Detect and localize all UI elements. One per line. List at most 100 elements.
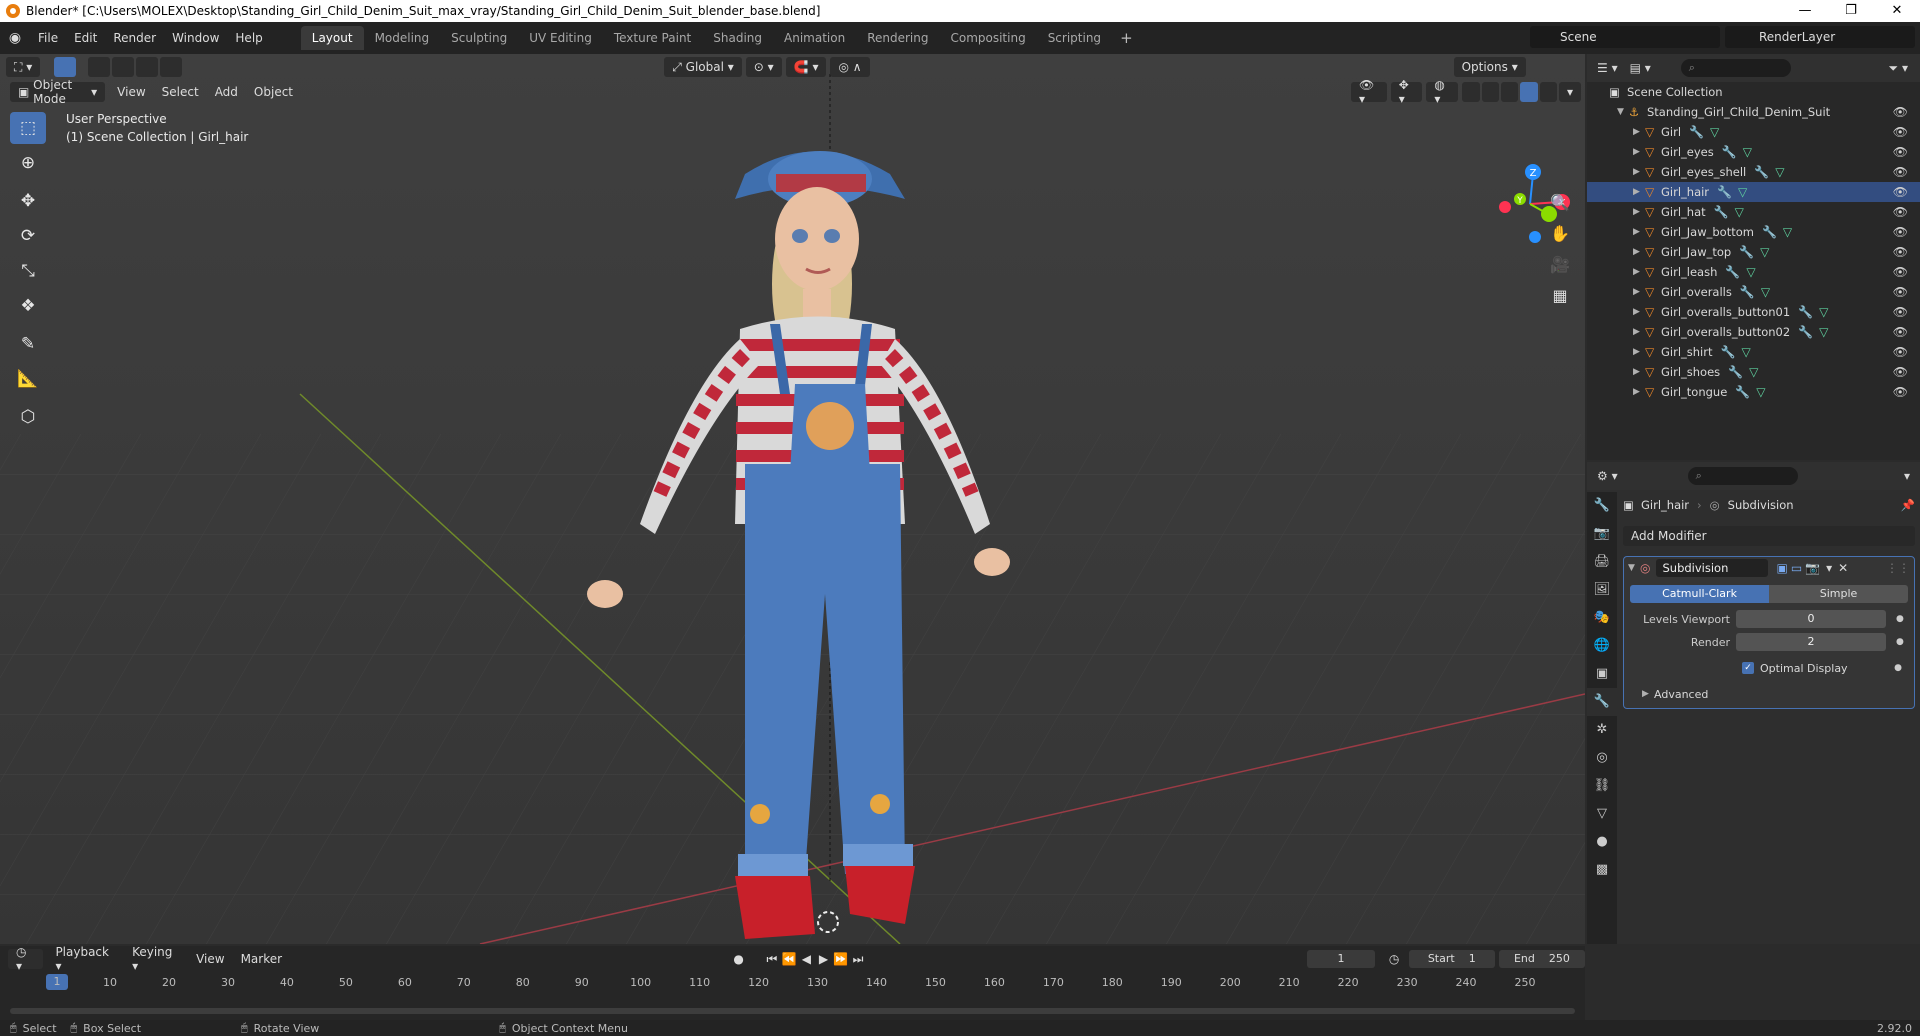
mesh-data-icon[interactable]: ▽ [1735, 205, 1744, 219]
menu-edit[interactable]: Edit [66, 31, 105, 45]
remove-modifier-icon[interactable]: ✕ [1838, 561, 1848, 575]
catmull-clark-option[interactable]: Catmull-Clark [1630, 585, 1769, 603]
xray-toggle-icon[interactable] [1462, 82, 1480, 102]
edit-mode-toggle-icon[interactable]: ▣ [1776, 561, 1787, 575]
modifier-wrench-icon[interactable]: 🔧 [1717, 185, 1732, 199]
physics-tab-icon[interactable]: ◎ [1587, 744, 1617, 772]
expand-arrow-icon[interactable]: ▶ [1633, 387, 1645, 397]
tab-layout[interactable]: Layout [300, 26, 364, 50]
modifier-wrench-icon[interactable]: 🔧 [1739, 245, 1754, 259]
filter-icon[interactable]: ⏷ ▾ [1889, 61, 1908, 76]
texture-tab-icon[interactable]: ▩ [1587, 856, 1617, 884]
particles-tab-icon[interactable]: ✲ [1587, 716, 1617, 744]
modifier-wrench-icon[interactable]: 🔧 [1735, 385, 1750, 399]
current-frame-field[interactable]: 1 [1306, 950, 1376, 968]
render-levels-field[interactable]: 2 [1736, 633, 1886, 651]
visibility-eye-icon[interactable]: 👁 [1893, 365, 1908, 379]
modifier-wrench-icon[interactable]: 🔧 [1689, 125, 1704, 139]
outliner-object-row[interactable]: ▶ ▽ Girl_overalls 🔧 ▽ 👁 [1587, 282, 1920, 302]
select-mode-new-icon[interactable] [88, 57, 111, 77]
viewport-menu-view[interactable]: View [109, 85, 153, 99]
timeline-scrollbar[interactable] [10, 1008, 1575, 1014]
keyframe-dot-icon[interactable]: ● [1896, 614, 1904, 624]
object-tab-icon[interactable]: ▣ [1587, 660, 1617, 688]
tab-scripting[interactable]: Scripting [1037, 26, 1112, 50]
tab-shading[interactable]: Shading [702, 26, 773, 50]
preview-range-icon[interactable]: ◷ [1385, 952, 1402, 966]
display-mode-icon[interactable]: ▤ ▾ [1630, 61, 1651, 75]
outliner-object-row[interactable]: ▶ ▽ Girl_shoes 🔧 ▽ 👁 [1587, 362, 1920, 382]
3d-viewport[interactable]: Z X Y ⛶ ▾ ⤢ Global ▾ ⊙ ▾ 🧲 ▾ ◎ ∧ Options… [0, 54, 1585, 944]
render-tab-icon[interactable]: 📷 [1587, 520, 1617, 548]
modifier-name-field[interactable]: Subdivision [1656, 559, 1769, 577]
select-mode-intersect-icon[interactable] [160, 57, 183, 77]
drag-handle-icon[interactable]: ⋮⋮ [1886, 561, 1910, 575]
shading-rendered-icon[interactable] [1539, 82, 1557, 102]
mesh-data-icon[interactable]: ▽ [1746, 265, 1755, 279]
scene-selector[interactable]: Scene [1530, 26, 1720, 48]
tab-sculpting[interactable]: Sculpting [440, 26, 518, 50]
expand-arrow-icon[interactable]: ▶ [1633, 327, 1645, 337]
visibility-eye-icon[interactable]: 👁 [1893, 145, 1908, 159]
pin-icon[interactable]: 📌 [1901, 498, 1915, 512]
expand-arrow-icon[interactable]: ▶ [1633, 167, 1645, 177]
data-tab-icon[interactable]: ▽ [1587, 800, 1617, 828]
options-dropdown[interactable]: Options ▾ [1453, 57, 1526, 77]
outliner-object-row[interactable]: ▶ ▽ Girl 🔧 ▽ 👁 [1587, 122, 1920, 142]
scene-tab-icon[interactable]: 🎭 [1587, 604, 1617, 632]
properties-search-input[interactable]: ⌕ [1687, 467, 1798, 485]
render-toggle-icon[interactable]: 📷 [1805, 561, 1820, 575]
outliner-object-row[interactable]: ▶ ▽ Girl_Jaw_bottom 🔧 ▽ 👁 [1587, 222, 1920, 242]
blender-menu-icon[interactable]: ◉ [0, 30, 30, 46]
visibility-icon[interactable]: 👁 ▾ [1351, 78, 1387, 106]
mesh-data-icon[interactable]: ▽ [1761, 285, 1770, 299]
visibility-eye-icon[interactable]: 👁 [1893, 185, 1908, 199]
outliner-object-row[interactable]: ▶ ▽ Girl_Jaw_top 🔧 ▽ 👁 [1587, 242, 1920, 262]
timeline-menu-view[interactable]: View [188, 952, 232, 966]
outliner-editor-icon[interactable]: ☰ ▾ [1597, 61, 1618, 75]
record-icon[interactable]: ● [730, 952, 747, 966]
mesh-data-icon[interactable]: ▽ [1749, 365, 1758, 379]
proportional-edit-toggle[interactable]: ◎ ∧ [830, 57, 870, 77]
visibility-eye-icon[interactable]: 👁 [1893, 245, 1908, 259]
modifier-wrench-icon[interactable]: 🔧 [1754, 165, 1769, 179]
transform-orientation-dropdown[interactable]: ⤢ Global ▾ [664, 57, 742, 77]
keyframe-dot-icon[interactable]: ● [1894, 663, 1902, 673]
select-mode-subtract-icon[interactable] [136, 57, 159, 77]
modifier-wrench-icon[interactable]: 🔧 [1762, 225, 1777, 239]
menu-render[interactable]: Render [105, 31, 164, 45]
expand-arrow-icon[interactable]: ▶ [1633, 187, 1645, 197]
scale-tool-icon[interactable]: ⤡ [10, 255, 46, 287]
add-workspace-icon[interactable]: + [1112, 26, 1141, 50]
visibility-eye-icon[interactable]: 👁 [1893, 345, 1908, 359]
mesh-data-icon[interactable]: ▽ [1819, 305, 1828, 319]
camera-view-icon[interactable]: 🎥 [1546, 251, 1574, 279]
overlays-toggle-icon[interactable]: ◍ ▾ [1426, 78, 1459, 106]
outliner-object-row[interactable]: ▶ ▽ Girl_overalls_button01 🔧 ▽ 👁 [1587, 302, 1920, 322]
world-tab-icon[interactable]: 🌐 [1587, 632, 1617, 660]
mesh-data-icon[interactable]: ▽ [1741, 345, 1750, 359]
menu-window[interactable]: Window [164, 31, 227, 45]
mesh-data-icon[interactable]: ▽ [1783, 225, 1792, 239]
play-reverse-icon[interactable]: ◀ [798, 952, 815, 966]
viewport-menu-add[interactable]: Add [207, 85, 246, 99]
tab-rendering[interactable]: Rendering [856, 26, 939, 50]
viewport-menu-select[interactable]: Select [154, 85, 207, 99]
outliner-object-row[interactable]: ▶ ▽ Girl_tongue 🔧 ▽ 👁 [1587, 382, 1920, 402]
outliner-object-row[interactable]: ▶ ▽ Girl_eyes_shell 🔧 ▽ 👁 [1587, 162, 1920, 182]
snap-toggle[interactable]: 🧲 ▾ [785, 57, 827, 77]
pan-hand-icon[interactable]: ✋ [1546, 220, 1574, 248]
expand-arrow-icon[interactable]: ▼ [1617, 107, 1629, 117]
expand-arrow-icon[interactable]: ▶ [1633, 127, 1645, 137]
expand-arrow-icon[interactable]: ▶ [1633, 307, 1645, 317]
shading-options-dropdown[interactable]: ▾ [1558, 82, 1581, 102]
modifier-tab-icon[interactable]: 🔧 [1587, 688, 1617, 716]
timeline-menu-keying[interactable]: Keying ▾ [124, 945, 188, 973]
visibility-eye-icon[interactable]: 👁 [1893, 285, 1908, 299]
annotate-tool-icon[interactable]: ✎ [10, 328, 46, 360]
modifier-wrench-icon[interactable]: 🔧 [1725, 265, 1740, 279]
visibility-eye-icon[interactable]: 👁 [1893, 265, 1908, 279]
outliner-object-row[interactable]: ▶ ▽ Girl_eyes 🔧 ▽ 👁 [1587, 142, 1920, 162]
visibility-eye-icon[interactable]: 👁 [1893, 105, 1908, 119]
select-box-tool-icon[interactable]: ⬚ [10, 112, 46, 144]
